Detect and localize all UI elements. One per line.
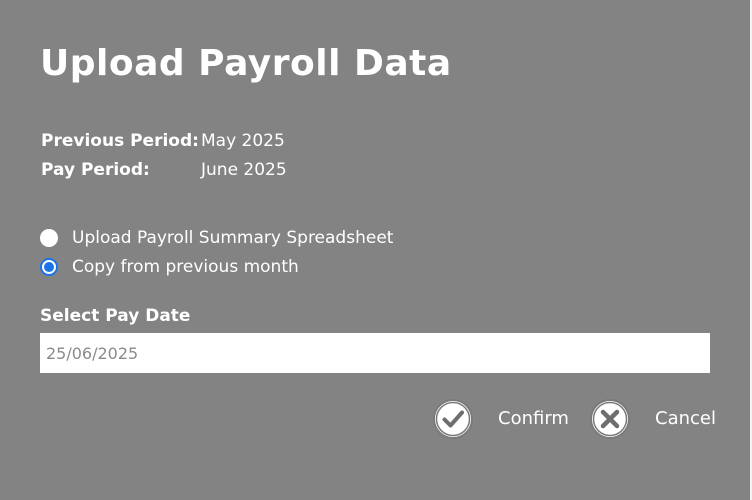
previous-period-value: May 2025 [201, 131, 285, 151]
upload-payroll-dialog: Upload Payroll Data Previous Period: May… [0, 0, 750, 500]
option-copy-previous-month-label: Copy from previous month [72, 257, 299, 277]
option-copy-previous-month[interactable]: Copy from previous month [40, 256, 299, 278]
pay-date-input[interactable] [40, 333, 710, 373]
radio-upload-spreadsheet[interactable] [40, 229, 58, 247]
previous-period-label: Previous Period: [41, 131, 199, 151]
x-circle-icon [590, 399, 630, 439]
previous-period-row: Previous Period: May 2025 [41, 130, 285, 152]
confirm-button[interactable]: Confirm [432, 398, 569, 440]
pay-period-label: Pay Period: [41, 160, 150, 180]
dialog-title: Upload Payroll Data [40, 43, 452, 84]
cancel-label: Cancel [655, 408, 716, 429]
cancel-button[interactable]: Cancel [589, 398, 716, 440]
pay-period-value: June 2025 [201, 160, 287, 180]
check-circle-icon [433, 399, 473, 439]
option-upload-spreadsheet-label: Upload Payroll Summary Spreadsheet [72, 228, 394, 248]
option-upload-spreadsheet[interactable]: Upload Payroll Summary Spreadsheet [40, 227, 393, 249]
confirm-label: Confirm [498, 408, 569, 429]
pay-period-row: Pay Period: June 2025 [41, 159, 287, 181]
radio-copy-previous-month[interactable] [40, 258, 58, 276]
pay-date-label: Select Pay Date [40, 306, 191, 326]
